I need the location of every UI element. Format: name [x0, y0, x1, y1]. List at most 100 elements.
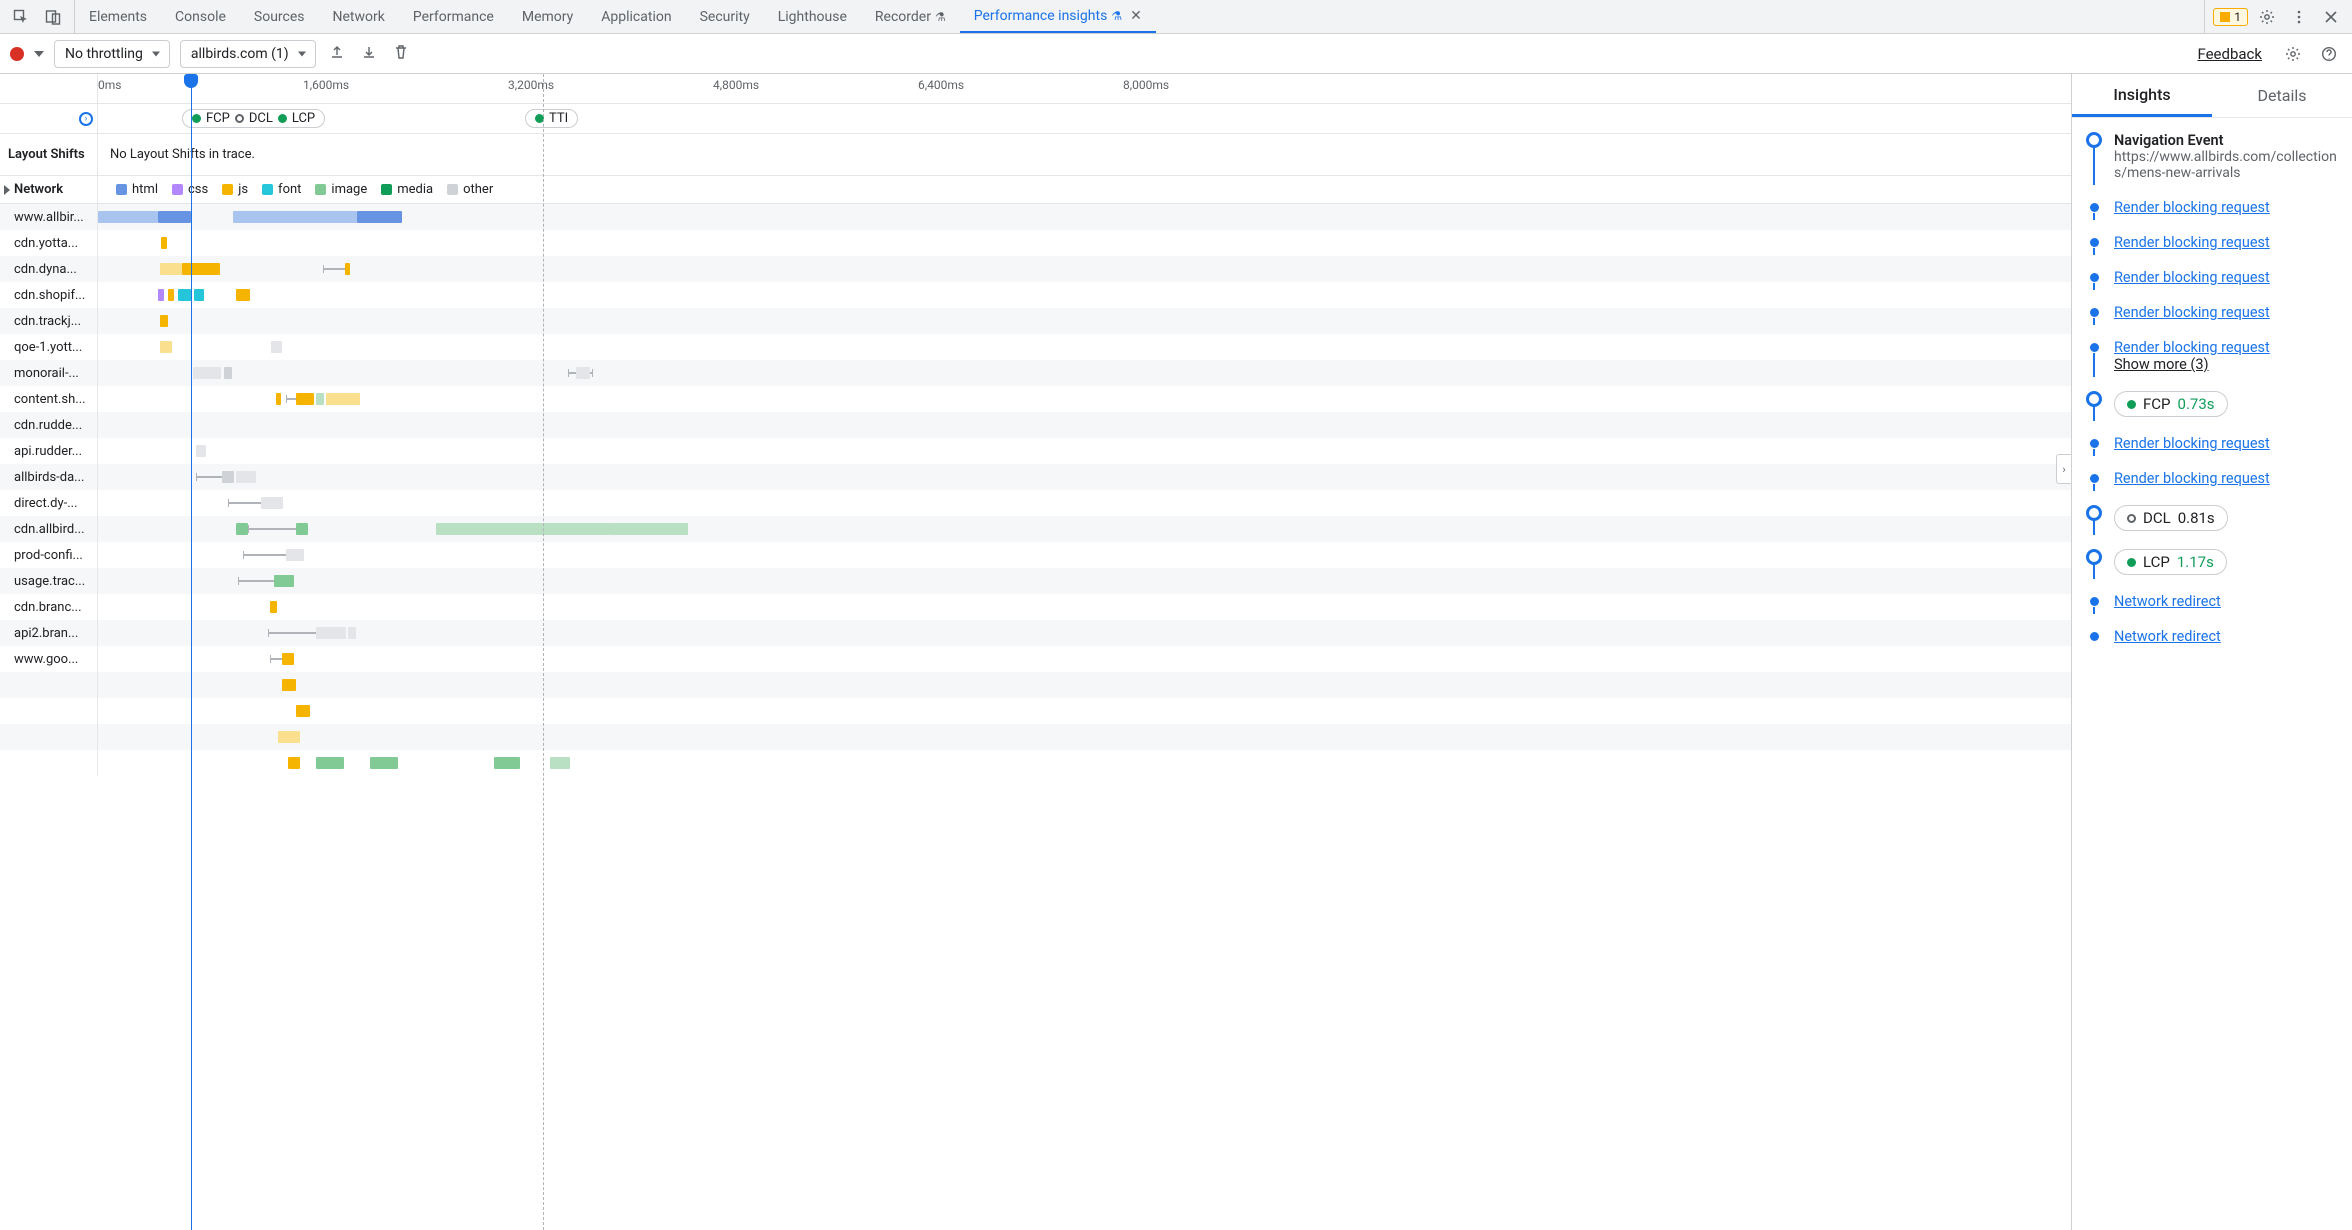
network-row[interactable]: www.allbir...: [0, 204, 2071, 230]
recording-select[interactable]: allbirds.com (1): [180, 40, 316, 68]
insight-link[interactable]: Render blocking request: [2114, 234, 2270, 251]
request-segment[interactable]: [282, 679, 296, 691]
request-segment[interactable]: [168, 289, 174, 301]
insight-link[interactable]: Render blocking request: [2114, 304, 2270, 321]
network-row[interactable]: cdn.yotta...: [0, 230, 2071, 256]
help-icon[interactable]: [2316, 41, 2342, 67]
request-segment[interactable]: [278, 731, 300, 743]
ruler-ticks[interactable]: 0ms1,600ms3,200ms4,800ms6,400ms8,000ms: [98, 74, 2071, 103]
tab-console[interactable]: Console: [161, 0, 240, 33]
tab-performance-insights[interactable]: Performance insights⚗✕: [960, 0, 1156, 33]
network-row[interactable]: usage.trac...: [0, 568, 2071, 594]
request-segment[interactable]: [236, 289, 250, 301]
show-more-link[interactable]: Show more (3): [2114, 356, 2209, 373]
tab-elements[interactable]: Elements: [75, 0, 161, 33]
request-segment[interactable]: [274, 575, 294, 587]
insights-tab-details[interactable]: Details: [2212, 74, 2352, 117]
close-icon[interactable]: [2318, 4, 2344, 30]
network-rows[interactable]: www.allbir...cdn.yotta...cdn.dyna...cdn.…: [0, 204, 2071, 1230]
insights-timeline[interactable]: Navigation Eventhttps://www.allbirds.com…: [2072, 118, 2352, 1230]
request-segment[interactable]: [271, 341, 282, 353]
marker-track[interactable]: FCPDCLLCP TTI: [98, 104, 2071, 133]
request-segment[interactable]: [270, 601, 277, 613]
request-segment[interactable]: [276, 393, 281, 405]
request-segment[interactable]: [576, 367, 590, 379]
tab-recorder[interactable]: Recorder⚗: [861, 0, 960, 33]
request-segment[interactable]: [286, 549, 304, 561]
playhead-handle[interactable]: [184, 74, 198, 88]
request-segment[interactable]: [370, 757, 398, 769]
issues-badge[interactable]: 1: [2213, 8, 2248, 26]
throttling-select[interactable]: No throttling: [54, 40, 170, 68]
request-segment[interactable]: [550, 757, 570, 769]
network-row[interactable]: prod-confi...: [0, 542, 2071, 568]
request-segment[interactable]: [194, 289, 204, 301]
tab-security[interactable]: Security: [686, 0, 764, 33]
delete-icon[interactable]: [390, 44, 412, 64]
request-segment[interactable]: [158, 211, 191, 223]
metric-chip[interactable]: FCP0.73s: [2114, 391, 2228, 417]
request-segment[interactable]: [98, 211, 158, 223]
request-segment[interactable]: [282, 653, 294, 665]
request-segment[interactable]: [233, 211, 357, 223]
request-segment[interactable]: [326, 393, 360, 405]
network-row[interactable]: api2.bran...: [0, 620, 2071, 646]
request-segment[interactable]: [316, 757, 344, 769]
tab-lighthouse[interactable]: Lighthouse: [764, 0, 861, 33]
network-row[interactable]: cdn.rudde...: [0, 412, 2071, 438]
network-row[interactable]: cdn.allbird...: [0, 516, 2071, 542]
request-segment[interactable]: [196, 445, 206, 457]
metric-chip[interactable]: DCL0.81s: [2114, 505, 2228, 531]
request-segment[interactable]: [316, 393, 324, 405]
insight-link[interactable]: Network redirect: [2114, 628, 2221, 645]
insight-link[interactable]: Render blocking request: [2114, 435, 2270, 452]
device-toggle-icon[interactable]: [40, 4, 66, 30]
insights-tab-insights[interactable]: Insights: [2072, 74, 2212, 117]
request-segment[interactable]: [193, 367, 221, 379]
request-segment[interactable]: [261, 497, 283, 509]
request-segment[interactable]: [224, 367, 232, 379]
request-segment[interactable]: [348, 627, 356, 639]
network-row[interactable]: www.goo...: [0, 646, 2071, 672]
network-row[interactable]: api.rudder...: [0, 438, 2071, 464]
kebab-icon[interactable]: [2286, 4, 2312, 30]
upload-icon[interactable]: [326, 44, 348, 64]
request-segment[interactable]: [610, 523, 688, 535]
tab-memory[interactable]: Memory: [508, 0, 587, 33]
request-segment[interactable]: [296, 523, 308, 535]
tab-network[interactable]: Network: [319, 0, 399, 33]
request-segment[interactable]: [160, 263, 182, 275]
request-segment[interactable]: [178, 289, 192, 301]
network-label[interactable]: Network: [0, 176, 98, 203]
tab-close-icon[interactable]: ✕: [1130, 8, 1142, 24]
request-segment[interactable]: [222, 471, 234, 483]
insight-link[interactable]: Render blocking request: [2114, 199, 2270, 216]
network-row[interactable]: cdn.branc...: [0, 594, 2071, 620]
download-icon[interactable]: [358, 44, 380, 64]
network-row[interactable]: cdn.dyna...: [0, 256, 2071, 282]
network-row[interactable]: [0, 698, 2071, 724]
record-button[interactable]: [10, 47, 24, 61]
tab-sources[interactable]: Sources: [240, 0, 319, 33]
inspect-icon[interactable]: [8, 4, 34, 30]
metric-marker[interactable]: TTI: [525, 109, 578, 128]
network-row[interactable]: [0, 672, 2071, 698]
gear-icon[interactable]: [2254, 4, 2280, 30]
request-segment[interactable]: [296, 705, 310, 717]
request-segment[interactable]: [161, 237, 167, 249]
request-segment[interactable]: [357, 211, 402, 223]
request-segment[interactable]: [160, 315, 168, 327]
network-row[interactable]: cdn.shopif...: [0, 282, 2071, 308]
request-segment[interactable]: [182, 263, 220, 275]
feedback-link[interactable]: Feedback: [2197, 45, 2262, 63]
request-segment[interactable]: [236, 523, 248, 535]
toolbar-gear-icon[interactable]: [2280, 41, 2306, 67]
network-row[interactable]: allbirds-da...: [0, 464, 2071, 490]
request-segment[interactable]: [494, 757, 520, 769]
request-segment[interactable]: [236, 471, 256, 483]
metric-marker[interactable]: FCPDCLLCP: [182, 109, 325, 128]
sidebar-collapse-handle[interactable]: ›: [2056, 454, 2072, 484]
insight-link[interactable]: Network redirect: [2114, 593, 2221, 610]
network-row[interactable]: content.sh...: [0, 386, 2071, 412]
insight-link[interactable]: Render blocking request: [2114, 339, 2270, 356]
